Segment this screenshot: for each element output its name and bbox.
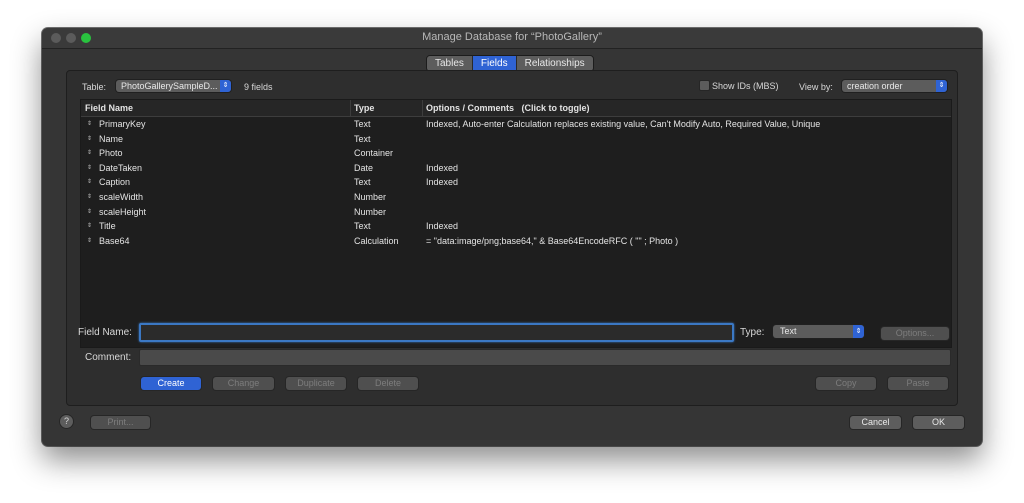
column-header-options[interactable]: Options / Comments (Click to toggle) — [426, 103, 590, 113]
field-options-cell: = "data:image/png;base64," & Base64Encod… — [426, 235, 679, 246]
table-select[interactable]: PhotoGallerySampleD... ⇕ — [116, 80, 231, 92]
field-options-cell: Indexed — [426, 221, 459, 232]
field-name-cell: Name — [99, 133, 124, 144]
copy-button[interactable]: Copy — [816, 377, 876, 390]
cancel-button[interactable]: Cancel — [850, 416, 901, 429]
table-row[interactable]: ⇕ Caption Text Indexed — [81, 175, 951, 189]
table-row[interactable]: ⇕ DateTaken Date Indexed — [81, 161, 951, 175]
column-divider — [422, 100, 423, 116]
change-button[interactable]: Change — [213, 377, 274, 390]
table-row[interactable]: ⇕ Base64 Calculation = "data:image/png;base… — [81, 234, 951, 248]
drag-handle-icon[interactable]: ⇕ — [87, 149, 92, 156]
create-button[interactable]: Create — [141, 377, 201, 390]
table-select-value: PhotoGallerySampleD... — [121, 81, 218, 91]
drag-handle-icon[interactable]: ⇕ — [87, 222, 92, 229]
field-name-label: Field Name: — [78, 327, 132, 338]
field-name-cell: DateTaken — [99, 162, 143, 173]
field-type-cell: Container — [354, 148, 394, 159]
table-label: Table: — [82, 82, 107, 92]
field-type-cell: Date — [354, 162, 374, 173]
comment-label: Comment: — [85, 352, 132, 363]
drag-handle-icon[interactable]: ⇕ — [87, 193, 92, 200]
type-select-value: Text — [780, 326, 797, 336]
show-ids-checkbox[interactable] — [699, 80, 710, 91]
help-button[interactable]: ? — [60, 415, 73, 428]
view-by-label: View by: — [799, 82, 833, 92]
field-name-cell: Base64 — [99, 235, 130, 246]
drag-handle-icon[interactable]: ⇕ — [87, 178, 92, 185]
field-name-cell: PrimaryKey — [99, 119, 146, 129]
table-row[interactable]: ⇕ Title Text Indexed — [81, 219, 951, 233]
drag-handle-icon[interactable]: ⇕ — [87, 164, 92, 171]
column-divider — [350, 100, 351, 116]
type-select[interactable]: Text ⇕ — [773, 325, 864, 338]
field-type-cell: Text — [354, 119, 371, 129]
table-row[interactable]: ⇕ scaleWidth Number — [81, 190, 951, 204]
fields-table: Field Name Type Options / Comments (Clic… — [80, 99, 952, 348]
chevron-updown-icon: ⇕ — [853, 325, 864, 338]
field-type-cell: Number — [354, 192, 387, 202]
table-row[interactable]: ⇕ scaleHeight Number — [81, 205, 951, 219]
chevron-updown-icon: ⇕ — [936, 80, 947, 92]
show-ids-label: Show IDs (MBS) — [712, 81, 779, 91]
comment-input[interactable] — [139, 349, 951, 366]
window-title: Manage Database for “PhotoGallery” — [422, 31, 602, 43]
tab-relationships[interactable]: Relationships — [516, 56, 593, 71]
drag-handle-icon[interactable]: ⇕ — [87, 135, 92, 142]
title-bar: Manage Database for “PhotoGallery” — [42, 28, 982, 49]
field-name-cell: Title — [99, 221, 116, 232]
field-options-cell: Indexed — [426, 177, 459, 188]
field-name-input[interactable] — [139, 323, 734, 342]
table-header: Field Name Type Options / Comments (Clic… — [81, 100, 951, 117]
tab-tables[interactable]: Tables — [427, 56, 473, 71]
print-button[interactable]: Print... — [91, 416, 150, 429]
field-type-cell: Text — [354, 133, 371, 144]
field-type-cell: Text — [354, 221, 371, 232]
view-by-select[interactable]: creation order ⇕ — [842, 80, 947, 92]
field-name-cell: scaleWidth — [99, 192, 144, 202]
field-type-cell: Calculation — [354, 235, 399, 246]
table-row[interactable]: ⇕ Photo Container — [81, 146, 951, 160]
column-header-type[interactable]: Type — [354, 103, 374, 113]
manage-database-window: Manage Database for “PhotoGallery” Table… — [42, 28, 982, 446]
field-options-cell: Indexed, Auto-enter Calculation replaces… — [426, 119, 821, 129]
field-type-cell: Number — [354, 206, 387, 217]
view-by-select-value: creation order — [847, 81, 903, 91]
field-options-cell: Indexed — [426, 162, 459, 173]
chevron-updown-icon: ⇕ — [220, 80, 231, 92]
drag-handle-icon[interactable]: ⇕ — [87, 237, 92, 244]
drag-handle-icon[interactable]: ⇕ — [87, 208, 92, 215]
field-count: 9 fields — [244, 82, 273, 92]
table-row[interactable]: ⇕ PrimaryKey Text Indexed, Auto-enter Calcu… — [81, 117, 951, 131]
tab-fields[interactable]: Fields — [472, 56, 517, 71]
field-name-cell: scaleHeight — [99, 206, 147, 217]
field-type-cell: Text — [354, 177, 371, 188]
field-name-cell: Caption — [99, 177, 131, 188]
field-name-cell: Photo — [99, 148, 123, 159]
type-label: Type: — [740, 327, 765, 338]
paste-button[interactable]: Paste — [888, 377, 948, 390]
table-row[interactable]: ⇕ Name Text — [81, 132, 951, 146]
options-button[interactable]: Options... — [881, 327, 949, 340]
duplicate-button[interactable]: Duplicate — [286, 377, 346, 390]
delete-button[interactable]: Delete — [358, 377, 418, 390]
ok-button[interactable]: OK — [913, 416, 964, 429]
drag-handle-icon[interactable]: ⇕ — [87, 120, 92, 127]
column-header-field-name[interactable]: Field Name — [85, 103, 133, 113]
